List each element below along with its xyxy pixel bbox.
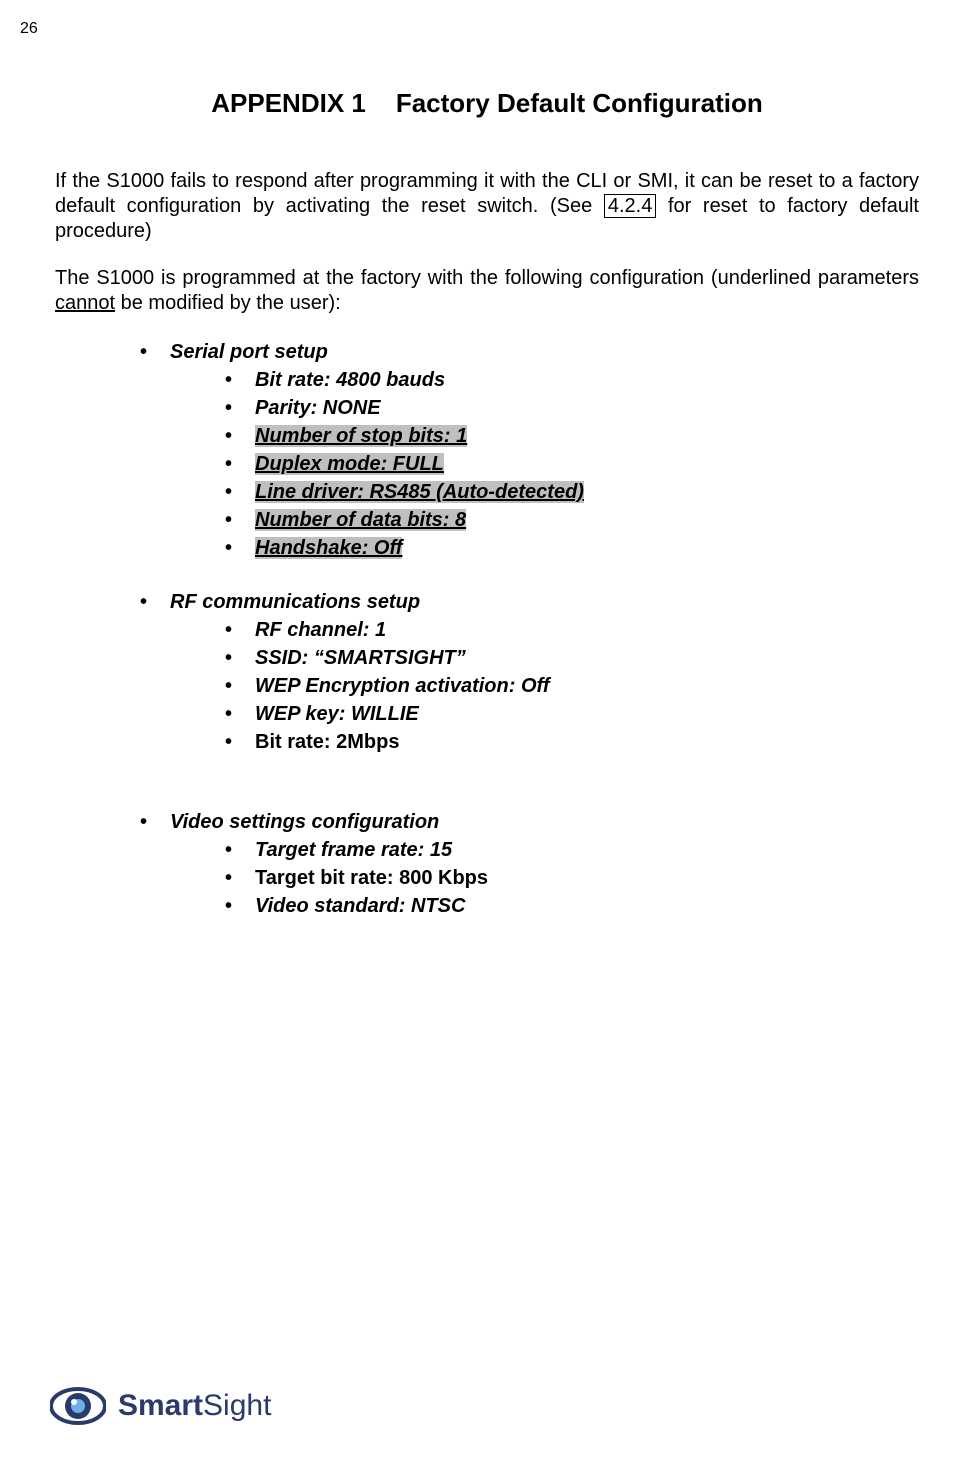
item-text: Target frame rate: 15 [255,839,452,861]
item-text: Parity: NONE [255,397,381,419]
item-text: RF channel: 1 [255,619,386,641]
list-item: WEP key: WILLIE [225,700,919,728]
logo-brand-rest: Sight [203,1389,271,1422]
logo-brand-bold: Smart [118,1389,203,1422]
list-item: Number of stop bits: 1 [225,422,919,450]
item-text: Bit rate: 2Mbps [255,731,399,753]
group-heading: Serial port setup Bit rate: 4800 bauds P… [140,338,919,562]
title-part-1: APPENDIX 1 [211,88,366,118]
group-heading-text: RF communications setup [170,591,420,613]
list-item: RF channel: 1 [225,616,919,644]
list-item: Handshake: Off [225,534,919,562]
page-number: 26 [20,20,884,38]
group-heading-text: Video settings configuration [170,811,439,833]
paragraph-2: The S1000 is programmed at the factory w… [55,266,919,316]
list-item: Parity: NONE [225,394,919,422]
list-item: Bit rate: 2Mbps [225,728,919,756]
item-text: Line driver: RS485 (Auto-detected) [255,481,584,503]
group-heading: Video settings configuration Target fram… [140,808,919,920]
item-text: Number of stop bits: 1 [255,425,467,447]
title-part-2: Factory Default Configuration [396,88,763,118]
para2-pre: The S1000 is programmed at the factory w… [55,267,919,289]
page-title: APPENDIX 1 Factory Default Configuration [55,88,919,119]
list-item: Bit rate: 4800 bauds [225,366,919,394]
group-heading: RF communications setup RF channel: 1 SS… [140,588,919,756]
item-text: Number of data bits: 8 [255,509,466,531]
group-serial-port: Serial port setup Bit rate: 4800 bauds P… [55,338,919,562]
item-text: Duplex mode: FULL [255,453,444,475]
paragraph-1: If the S1000 fails to respond after prog… [55,169,919,244]
para2-cannot: cannot [55,292,115,314]
footer-logo: SmartSight [50,1385,271,1427]
reference-link[interactable]: 4.2.4 [604,194,656,218]
item-text: Target bit rate: 800 Kbps [255,867,488,889]
list-item: SSID: “SMARTSIGHT” [225,644,919,672]
list-item: Line driver: RS485 (Auto-detected) [225,478,919,506]
item-text: Video standard: NTSC [255,895,465,917]
group-heading-text: Serial port setup [170,341,328,363]
item-text: WEP Encryption activation: Off [255,675,549,697]
para2-post: be modified by the user): [115,292,341,314]
list-item: Video standard: NTSC [225,892,919,920]
item-text: Bit rate: 4800 bauds [255,369,445,391]
list-item: Duplex mode: FULL [225,450,919,478]
item-text: WEP key: WILLIE [255,703,419,725]
list-item: WEP Encryption activation: Off [225,672,919,700]
page: 26 APPENDIX 1 Factory Default Configurati… [0,0,974,1477]
group-video-settings: Video settings configuration Target fram… [55,808,919,920]
item-text: Handshake: Off [255,537,402,559]
list-item: Target bit rate: 800 Kbps [225,864,919,892]
eye-icon [50,1385,106,1427]
list-item: Number of data bits: 8 [225,506,919,534]
item-text: SSID: “SMARTSIGHT” [255,647,466,669]
group-rf-comm: RF communications setup RF channel: 1 SS… [55,588,919,756]
list-item: Target frame rate: 15 [225,836,919,864]
logo-text: SmartSight [118,1389,271,1423]
